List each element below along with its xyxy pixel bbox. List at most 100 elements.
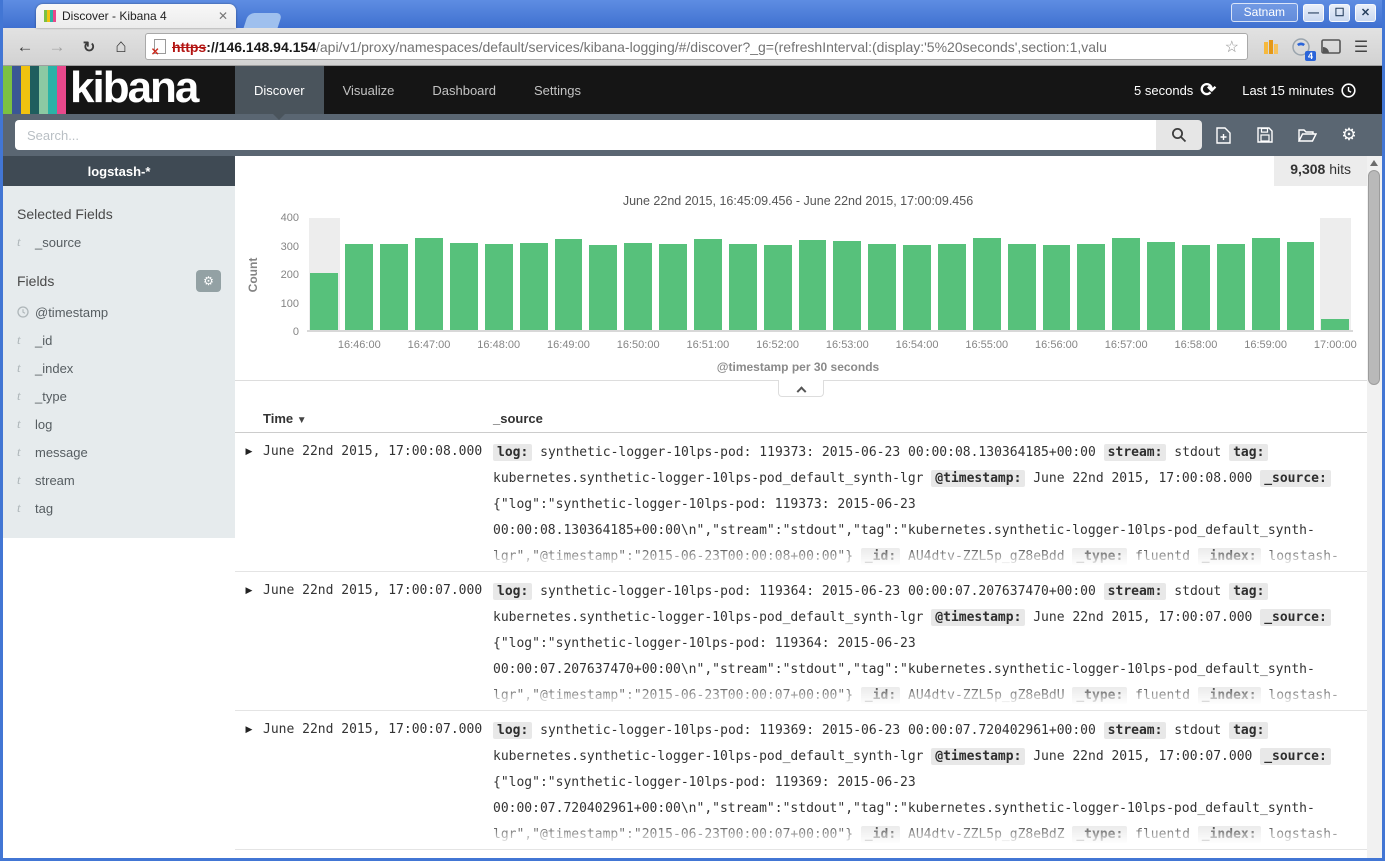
chart-bar[interactable] (659, 244, 687, 330)
chart-bar[interactable] (694, 239, 722, 330)
chart-bar[interactable] (799, 240, 827, 330)
settings-gear-icon[interactable]: ⚙ (1328, 125, 1370, 145)
hangouts-extension-icon[interactable]: 4 (1288, 37, 1314, 57)
table-row: ▶June 22nd 2015, 17:00:08.000log: synthe… (235, 433, 1367, 572)
row-expand-arrow[interactable]: ▶ (235, 579, 263, 710)
chart-bar[interactable] (1008, 244, 1036, 330)
chart-bar[interactable] (624, 243, 652, 330)
chart-bar-slot (481, 218, 516, 330)
chart-bar[interactable] (1252, 238, 1280, 330)
tab-title: Discover - Kibana 4 (62, 9, 212, 23)
window-minimize-button[interactable]: — (1303, 4, 1324, 22)
nav-tab-discover[interactable]: Discover (235, 66, 324, 114)
cast-icon[interactable] (1318, 39, 1344, 55)
browser-tab[interactable]: Discover - Kibana 4 ✕ (36, 4, 236, 28)
scrollbar-thumb[interactable] (1368, 170, 1380, 385)
insecure-page-icon[interactable] (154, 39, 166, 54)
chart-bar[interactable] (345, 244, 373, 330)
scroll-up-arrow[interactable] (1370, 160, 1378, 166)
back-button[interactable]: ← (11, 37, 39, 57)
field-item-log[interactable]: tlog (17, 410, 221, 438)
chart-bar[interactable] (380, 244, 408, 330)
chart-bar[interactable] (589, 245, 617, 330)
menu-icon[interactable]: ☰ (1348, 37, 1374, 57)
chart-bar[interactable] (1077, 244, 1105, 330)
nav-tab-settings[interactable]: Settings (515, 66, 600, 114)
row-time: June 22nd 2015, 17:00:07.000 (263, 579, 493, 710)
reload-button[interactable]: ↻ (75, 38, 103, 56)
field-item-stream[interactable]: tstream (17, 466, 221, 494)
window-close-button[interactable]: ✕ (1355, 4, 1376, 22)
open-search-button[interactable] (1286, 128, 1328, 143)
chevron-up-icon (796, 386, 806, 396)
chart-bar[interactable] (1147, 242, 1175, 330)
url-bar[interactable]: https://146.148.94.154/api/v1/proxy/name… (145, 33, 1248, 60)
chart-bar[interactable] (729, 244, 757, 330)
browser-toolbar: ← → ↻ ⌂ https://146.148.94.154/api/v1/pr… (3, 28, 1382, 66)
chart-bar[interactable] (764, 245, 792, 330)
chart-bar[interactable] (450, 243, 478, 330)
field-item-source[interactable]: t_source (17, 228, 221, 256)
chart-bar[interactable] (973, 238, 1001, 330)
home-button[interactable]: ⌂ (107, 36, 135, 58)
forward-button[interactable]: → (43, 37, 71, 57)
field-label: _id (35, 333, 52, 348)
field-item-message[interactable]: tmessage (17, 438, 221, 466)
kibana-nav: DiscoverVisualizeDashboardSettings (235, 66, 600, 114)
field-item-id[interactable]: t_id (17, 326, 221, 354)
chart-bar[interactable] (1112, 238, 1140, 330)
type-string-icon: t (17, 444, 35, 460)
row-expand-arrow[interactable]: ▶ (235, 440, 263, 571)
x-tick-slot (516, 332, 551, 356)
chart-bar[interactable] (485, 244, 513, 330)
chart-bar[interactable] (415, 238, 443, 330)
refresh-interval-picker[interactable]: 5 seconds ⟳ (1134, 79, 1216, 102)
field-item-type[interactable]: t_type (17, 382, 221, 410)
row-source: log: synthetic-logger-10lps-pod: 119373:… (493, 440, 1367, 571)
field-item-tag[interactable]: ttag (17, 494, 221, 522)
x-tick-label: 16:47:00 (408, 339, 451, 351)
chart-bar[interactable] (1287, 242, 1315, 330)
nav-tab-dashboard[interactable]: Dashboard (413, 66, 515, 114)
chart-bar[interactable] (833, 241, 861, 330)
field-settings-button[interactable]: ⚙ (196, 270, 221, 292)
tab-close-icon[interactable]: ✕ (218, 9, 228, 23)
chart-bar[interactable] (555, 239, 583, 330)
chart-bar[interactable] (1043, 245, 1071, 330)
chart-bar[interactable] (310, 273, 338, 330)
field-item-index[interactable]: t_index (17, 354, 221, 382)
new-tab-button[interactable] (244, 13, 283, 28)
profile-button[interactable]: Satnam (1231, 3, 1298, 22)
save-search-button[interactable] (1244, 127, 1286, 143)
time-column-header[interactable]: Time ▼ (235, 411, 493, 426)
source-column-header: _source (493, 411, 1367, 426)
x-tick-slot: 16:57:00 (1109, 332, 1144, 356)
row-expand-arrow[interactable]: ▶ (235, 718, 263, 849)
chart-bar[interactable] (1182, 245, 1210, 330)
chart-bar-slot (865, 218, 900, 330)
discover-main: 9,308 hits June 22nd 2015, 16:45:09.456 … (235, 156, 1367, 858)
chart-bar[interactable] (1217, 244, 1245, 330)
bookmark-star-icon[interactable]: ☆ (1225, 37, 1239, 57)
search-button[interactable] (1156, 120, 1202, 150)
chart-bar[interactable] (1321, 319, 1349, 330)
chart-bar[interactable] (520, 243, 548, 330)
field-item-timestamp[interactable]: @timestamp (17, 298, 221, 326)
chart-bar[interactable] (938, 244, 966, 330)
field-badge: _index: (1198, 687, 1261, 704)
window-maximize-button[interactable]: ☐ (1329, 4, 1350, 22)
index-pattern-selector[interactable]: logstash-* (3, 156, 235, 186)
search-input[interactable] (15, 120, 1156, 150)
x-tick-label: 16:56:00 (1035, 339, 1078, 351)
chart-bar-slot (1213, 218, 1248, 330)
chart-bar[interactable] (903, 245, 931, 330)
gear-icon: ⚙ (203, 274, 214, 288)
collapse-chart-button[interactable] (778, 380, 824, 397)
extension-icon[interactable] (1258, 40, 1284, 54)
page-scrollbar[interactable] (1367, 156, 1382, 858)
chart-bar[interactable] (868, 244, 896, 330)
time-range-picker[interactable]: Last 15 minutes (1242, 83, 1356, 98)
kibana-logo[interactable]: kibana (3, 66, 235, 114)
new-search-button[interactable] (1202, 127, 1244, 144)
nav-tab-visualize[interactable]: Visualize (324, 66, 414, 114)
